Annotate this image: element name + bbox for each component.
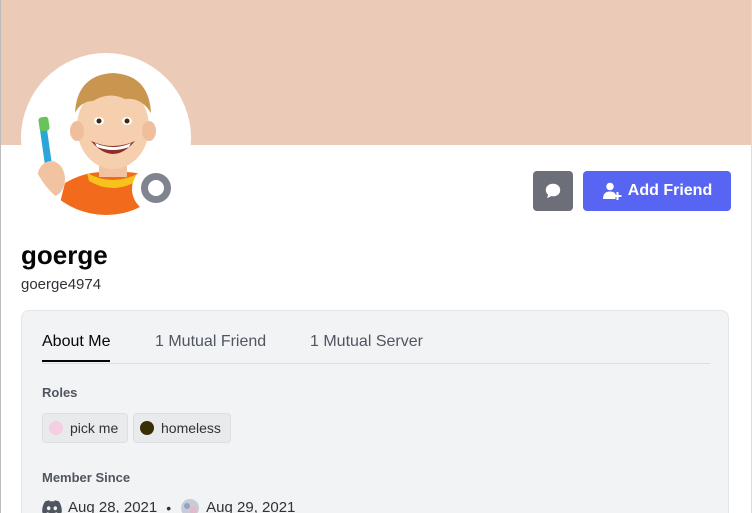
member-since-row: Aug 28, 2021 • Aug 29, 2021: [42, 498, 295, 513]
chat-bubble-icon: [545, 183, 561, 199]
display-name: goerge: [21, 240, 108, 270]
discord-member-date: Aug 28, 2021: [68, 499, 158, 513]
add-friend-button[interactable]: Add Friend: [583, 171, 731, 211]
add-friend-label: Add Friend: [627, 182, 713, 199]
role-pill[interactable]: homeless: [133, 413, 231, 443]
tab-about-me[interactable]: About Me: [42, 330, 111, 362]
username: goerge4974: [21, 276, 102, 293]
roles-heading: Roles: [42, 385, 78, 400]
discord-logo-icon: [42, 500, 62, 513]
tab-mutual-servers[interactable]: 1 Mutual Server: [310, 330, 423, 362]
user-profile-window: Add Friend goerge goerge4974 About Me 1 …: [0, 0, 752, 513]
role-pill[interactable]: pick me: [42, 413, 129, 443]
member-since-heading: Member Since: [42, 470, 131, 485]
server-member-date: Aug 29, 2021: [206, 499, 296, 513]
role-color-dot: [49, 421, 63, 435]
role-label: pick me: [70, 420, 119, 436]
tab-mutual-friends[interactable]: 1 Mutual Friend: [155, 330, 266, 362]
profile-tabs: About Me 1 Mutual Friend 1 Mutual Server: [42, 330, 710, 364]
role-color-dot: [140, 421, 154, 435]
status-hole: [148, 180, 164, 196]
role-label: homeless: [161, 420, 221, 436]
date-separator: •: [166, 500, 172, 513]
send-message-button[interactable]: [533, 171, 573, 211]
add-user-icon: [602, 181, 622, 201]
server-icon: [180, 498, 200, 513]
